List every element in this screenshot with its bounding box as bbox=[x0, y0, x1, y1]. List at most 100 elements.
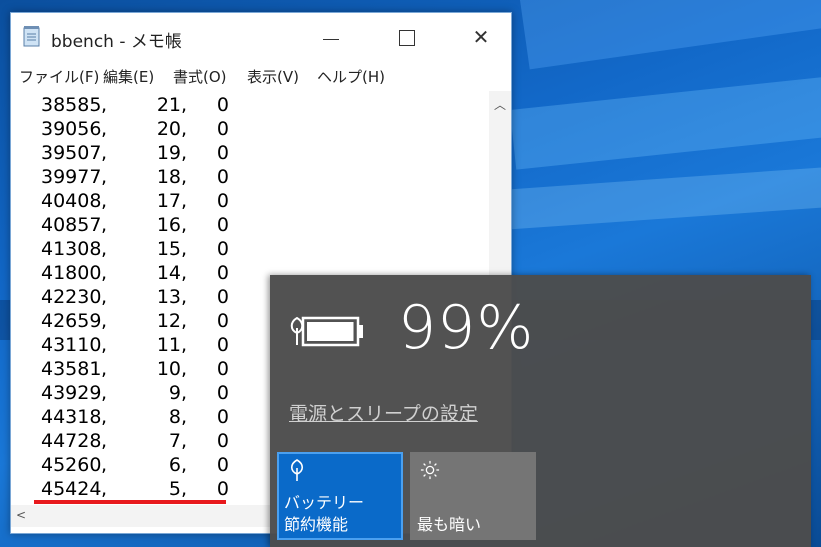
menu-format[interactable]: 書式(O) bbox=[173, 66, 227, 87]
comma-separator: , bbox=[181, 334, 188, 356]
comma-separator: , bbox=[181, 430, 188, 452]
desktop-light-ray bbox=[520, 0, 821, 70]
value-column-1: 44318 bbox=[41, 406, 102, 428]
value-column-1: 45260 bbox=[41, 454, 102, 476]
value-column-1: 38585 bbox=[41, 94, 102, 116]
comma-separator: , bbox=[181, 478, 188, 500]
text-line: 42659, 12, 0 bbox=[41, 309, 229, 333]
value-column-3: 0 bbox=[216, 262, 229, 284]
maximize-button[interactable] bbox=[386, 23, 426, 53]
text-line: 39056, 20, 0 bbox=[41, 117, 229, 141]
value-column-1: 40857 bbox=[41, 214, 102, 236]
tile-label-line: 節約機能 bbox=[284, 515, 349, 534]
battery-saver-tile[interactable]: バッテリー 節約機能 bbox=[277, 452, 403, 540]
value-column-1: 39507 bbox=[41, 142, 102, 164]
battery-flyout: 99% 電源とスリープの設定 バッテリー 節約機能 最も暗い bbox=[270, 275, 811, 547]
value-column-1: 40408 bbox=[41, 190, 102, 212]
value-column-3: 0 bbox=[216, 190, 229, 212]
text-line: 44728, 7, 0 bbox=[41, 429, 229, 453]
scroll-left-icon[interactable]: < bbox=[16, 508, 26, 522]
comma-separator: , bbox=[101, 238, 108, 260]
text-line: 38585, 21, 0 bbox=[41, 93, 229, 117]
comma-separator: , bbox=[181, 94, 188, 116]
comma-separator: , bbox=[181, 382, 188, 404]
value-column-3: 0 bbox=[216, 406, 229, 428]
value-column-2: 13 bbox=[156, 286, 181, 308]
value-column-3: 0 bbox=[216, 118, 229, 140]
minimize-button[interactable] bbox=[311, 23, 351, 53]
comma-separator: , bbox=[101, 142, 108, 164]
scroll-up-icon[interactable]: ︿ bbox=[494, 96, 506, 113]
title-bar[interactable]: bbench - メモ帳 ✕ bbox=[11, 13, 511, 63]
value-column-3: 0 bbox=[216, 310, 229, 332]
value-column-2: 20 bbox=[156, 118, 181, 140]
menu-file[interactable]: ファイル(F) bbox=[19, 66, 99, 87]
comma-separator: , bbox=[101, 478, 108, 500]
comma-separator: , bbox=[101, 310, 108, 332]
comma-separator: , bbox=[101, 190, 108, 212]
comma-separator: , bbox=[101, 118, 108, 140]
value-column-3: 0 bbox=[216, 214, 229, 236]
value-column-3: 0 bbox=[216, 94, 229, 116]
value-column-2: 21 bbox=[156, 94, 181, 116]
value-column-2: 5 bbox=[168, 478, 181, 500]
value-column-3: 0 bbox=[216, 238, 229, 260]
comma-separator: , bbox=[181, 406, 188, 428]
value-column-3: 0 bbox=[216, 166, 229, 188]
comma-separator: , bbox=[181, 238, 188, 260]
comma-separator: , bbox=[101, 430, 108, 452]
minimize-icon bbox=[323, 39, 339, 40]
value-column-3: 0 bbox=[216, 358, 229, 380]
value-column-1: 39977 bbox=[41, 166, 102, 188]
value-column-2: 18 bbox=[156, 166, 181, 188]
window-title: bbench - メモ帳 bbox=[51, 32, 182, 52]
menu-edit[interactable]: 編集(E) bbox=[103, 66, 154, 87]
text-line: 40408, 17, 0 bbox=[41, 189, 229, 213]
desktop-light-ray bbox=[500, 160, 821, 230]
comma-separator: , bbox=[101, 286, 108, 308]
value-column-1: 41800 bbox=[41, 262, 102, 284]
close-button[interactable]: ✕ bbox=[461, 23, 501, 53]
leaf-icon bbox=[290, 459, 304, 481]
value-column-2: 11 bbox=[156, 334, 181, 356]
value-column-3: 0 bbox=[216, 478, 229, 500]
value-column-1: 43929 bbox=[41, 382, 102, 404]
power-sleep-settings-link[interactable]: 電源とスリープの設定 bbox=[289, 399, 478, 426]
text-line: 42230, 13, 0 bbox=[41, 285, 229, 309]
value-column-1: 45424 bbox=[41, 478, 102, 500]
value-column-3: 0 bbox=[216, 430, 229, 452]
text-line: 45424, 5, 0 bbox=[41, 477, 229, 501]
text-line: 41800, 14, 0 bbox=[41, 261, 229, 285]
comma-separator: , bbox=[101, 382, 108, 404]
menu-bar: ファイル(F) 編集(E) 書式(O) 表示(V) ヘルプ(H) bbox=[11, 63, 511, 89]
text-line: 39507, 19, 0 bbox=[41, 141, 229, 165]
close-icon: ✕ bbox=[472, 25, 490, 49]
comma-separator: , bbox=[101, 454, 108, 476]
text-line: 40857, 16, 0 bbox=[41, 213, 229, 237]
desktop-light-ray bbox=[510, 66, 821, 170]
menu-view[interactable]: 表示(V) bbox=[247, 66, 299, 87]
menu-help[interactable]: ヘルプ(H) bbox=[317, 66, 385, 87]
value-column-2: 19 bbox=[156, 142, 181, 164]
value-column-1: 43110 bbox=[41, 334, 102, 356]
value-column-1: 39056 bbox=[41, 118, 102, 140]
value-column-1: 42230 bbox=[41, 286, 102, 308]
comma-separator: , bbox=[101, 166, 108, 188]
comma-separator: , bbox=[101, 214, 108, 236]
maximize-icon bbox=[399, 30, 415, 46]
value-column-2: 14 bbox=[156, 262, 181, 284]
comma-separator: , bbox=[101, 334, 108, 356]
text-line: 45260, 6, 0 bbox=[41, 453, 229, 477]
value-column-1: 42659 bbox=[41, 310, 102, 332]
brightness-tile[interactable]: 最も暗い bbox=[410, 452, 536, 540]
comma-separator: , bbox=[181, 118, 188, 140]
value-column-3: 0 bbox=[216, 142, 229, 164]
comma-separator: , bbox=[101, 262, 108, 284]
comma-separator: , bbox=[181, 262, 188, 284]
text-line: 43110, 11, 0 bbox=[41, 333, 229, 357]
value-column-2: 10 bbox=[156, 358, 181, 380]
highlight-underline bbox=[34, 500, 226, 504]
value-column-2: 7 bbox=[168, 430, 181, 452]
value-column-3: 0 bbox=[216, 454, 229, 476]
tile-label-line: バッテリー bbox=[284, 493, 365, 512]
